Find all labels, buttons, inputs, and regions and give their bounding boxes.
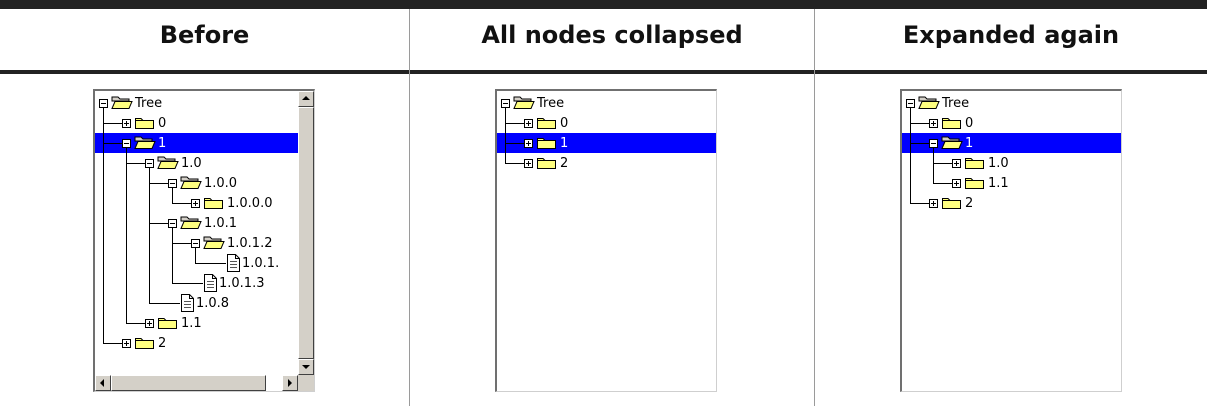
tree-node-label: 1.0.8: [196, 296, 230, 311]
open-folder-icon: [111, 95, 133, 110]
closed-folder-icon: [964, 175, 986, 190]
collapse-box-icon[interactable]: [168, 219, 177, 228]
tree-node-label: Tree: [135, 96, 163, 111]
expand-box-icon[interactable]: [122, 339, 131, 348]
closed-folder-icon: [134, 335, 156, 350]
scroll-left-arrow-icon: [100, 379, 104, 387]
column-header-expanded: Expanded again: [902, 21, 1120, 49]
closed-folder-icon: [941, 115, 963, 130]
tree-node-label: 1.1: [181, 316, 202, 331]
expand-box-icon[interactable]: [929, 199, 938, 208]
horizontal-scrollbar[interactable]: [95, 375, 298, 391]
closed-folder-icon: [964, 155, 986, 170]
closed-folder-icon: [941, 195, 963, 210]
scroll-right-button[interactable]: [282, 375, 298, 391]
tree-node-label: 1: [158, 136, 167, 151]
tree-connector-line: [126, 143, 127, 324]
expand-box-icon[interactable]: [952, 179, 961, 188]
closed-folder-icon: [536, 135, 558, 150]
tree-view-collapsed[interactable]: Tree 0 1 2: [495, 89, 717, 392]
vertical-scroll-thumb[interactable]: [298, 107, 314, 359]
collapse-box-icon[interactable]: [191, 239, 200, 248]
expand-box-icon[interactable]: [929, 119, 938, 128]
closed-folder-icon: [134, 115, 156, 130]
tree-node-label: Tree: [942, 96, 970, 111]
horizontal-scroll-thumb[interactable]: [111, 375, 266, 391]
tree-connector-line: [149, 163, 150, 304]
column-header-collapsed: All nodes collapsed: [481, 21, 743, 49]
collapse-box-icon[interactable]: [145, 159, 154, 168]
expand-box-icon[interactable]: [524, 139, 533, 148]
open-folder-icon: [203, 235, 225, 250]
tree-node-label: 1.0.1.3: [219, 276, 265, 291]
closed-folder-icon: [203, 195, 225, 210]
tree-node-label: 1.0.0.0: [227, 196, 273, 211]
document-icon: [180, 294, 195, 312]
scroll-down-button[interactable]: [298, 359, 314, 375]
open-folder-icon: [180, 175, 202, 190]
tree-view-before[interactable]: Tree 0 1 1.0 1.0.0 1.0.0.0 1.0.1 1.0.1.2 1.0.1. 1…: [93, 89, 315, 392]
tree-node-label: 2: [158, 336, 167, 351]
open-folder-icon: [134, 135, 156, 150]
expand-box-icon[interactable]: [145, 319, 154, 328]
open-folder-icon: [157, 155, 179, 170]
expand-box-icon[interactable]: [191, 199, 200, 208]
tree-connector-line: [172, 223, 173, 284]
scroll-left-button[interactable]: [95, 375, 111, 391]
open-folder-icon: [918, 95, 940, 110]
document-icon: [226, 254, 241, 272]
tree-connector-line: [505, 103, 506, 164]
expand-box-icon[interactable]: [524, 159, 533, 168]
expand-box-icon[interactable]: [122, 119, 131, 128]
closed-folder-icon: [157, 315, 179, 330]
vertical-scrollbar[interactable]: [298, 91, 314, 375]
tree-node-label: Tree: [537, 96, 565, 111]
tree-node-label: 1.0: [988, 156, 1009, 171]
tree-node-label: 1: [560, 136, 569, 151]
tree-node-label: 1.1: [988, 176, 1009, 191]
tree-node-label: 1.0: [181, 156, 202, 171]
collapse-box-icon[interactable]: [122, 139, 131, 148]
expand-box-icon[interactable]: [524, 119, 533, 128]
tree-node-label: 0: [158, 116, 167, 131]
collapse-box-icon[interactable]: [906, 99, 915, 108]
tree-node-label: 0: [560, 116, 569, 131]
scroll-right-arrow-icon: [288, 379, 292, 387]
tree-node-label: 1.0.1.: [242, 256, 280, 271]
tree-node-label: 1.0.0: [204, 176, 238, 191]
collapse-box-icon[interactable]: [168, 179, 177, 188]
scroll-up-button[interactable]: [298, 91, 314, 107]
expand-box-icon[interactable]: [952, 159, 961, 168]
document-icon: [203, 274, 218, 292]
collapse-box-icon[interactable]: [99, 99, 108, 108]
scrollbar-corner: [298, 375, 314, 391]
tree-node-label: 1.0.1: [204, 216, 238, 231]
collapse-box-icon[interactable]: [929, 139, 938, 148]
tree-connector-line: [910, 103, 911, 204]
open-folder-icon: [941, 135, 963, 150]
tree-connector-line: [103, 103, 104, 344]
tree-view-expanded[interactable]: Tree 0 1 1.0 1.1 2: [900, 89, 1122, 392]
column-header-before: Before: [159, 21, 250, 49]
tree-node-label: 0: [965, 116, 974, 131]
scroll-up-arrow-icon: [302, 96, 310, 100]
tree-node-label: 2: [560, 156, 569, 171]
closed-folder-icon: [536, 155, 558, 170]
open-folder-icon: [513, 95, 535, 110]
table-header-rule: [0, 70, 1207, 74]
scroll-down-arrow-icon: [302, 365, 310, 369]
closed-folder-icon: [536, 115, 558, 130]
tree-node-label: 2: [965, 196, 974, 211]
tree-node-label: 1.0.1.2: [227, 236, 273, 251]
tree-connector-line: [172, 283, 203, 284]
open-folder-icon: [180, 215, 202, 230]
tree-connector-line: [149, 303, 180, 304]
tree-node-label: 1: [965, 136, 974, 151]
tree-connector-line: [195, 263, 226, 264]
collapse-box-icon[interactable]: [501, 99, 510, 108]
